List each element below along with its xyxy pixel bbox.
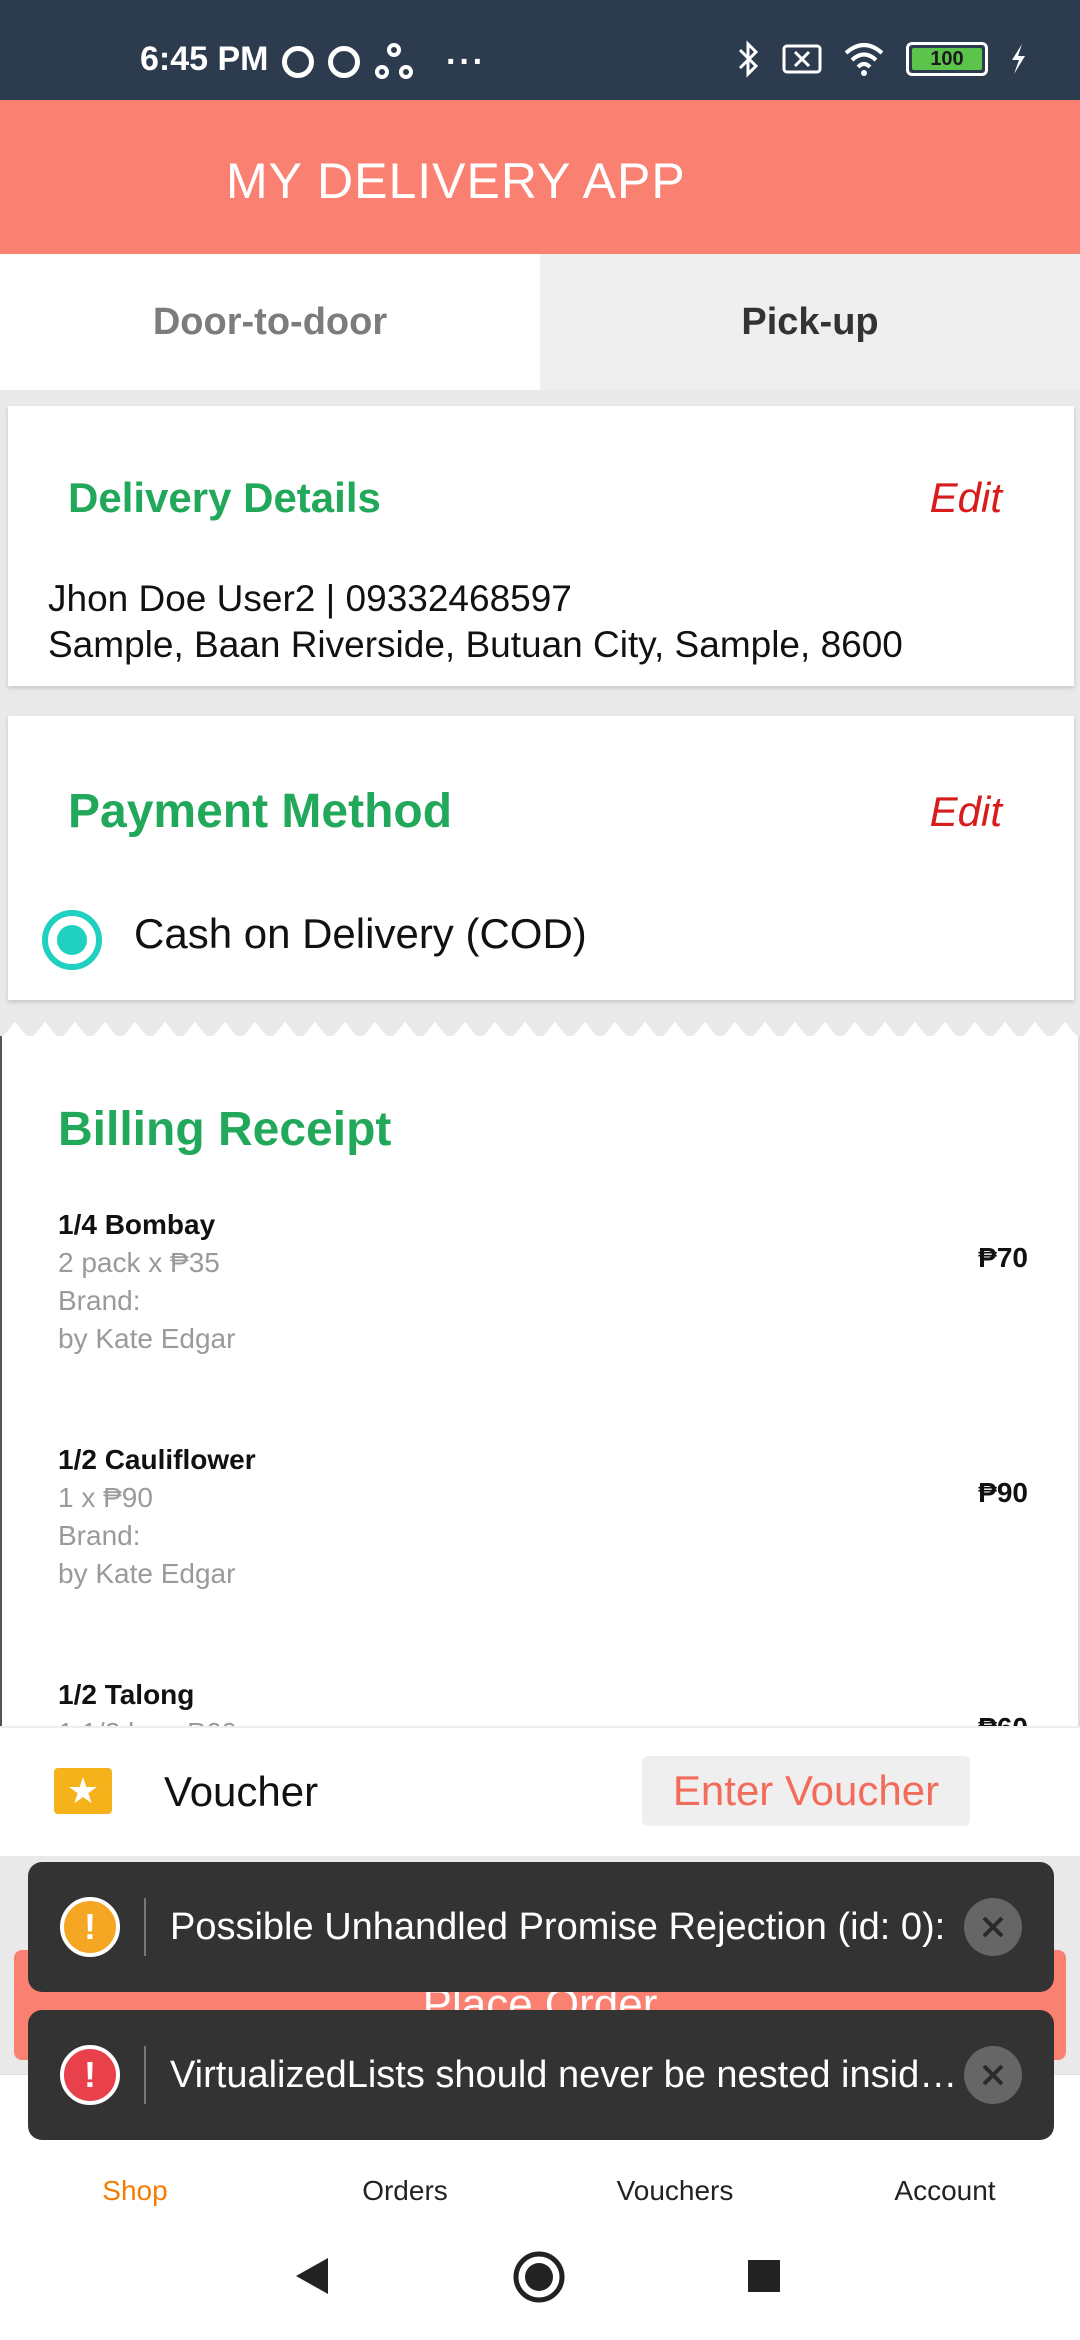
delivery-type-tabs: Door-to-door Pick-up (0, 254, 1080, 390)
notification-icons: ··· (282, 42, 486, 82)
item-brand: Brand: (58, 1520, 141, 1551)
at-sign-icon-2 (328, 46, 360, 78)
item-seller: by Kate Edgar (58, 1558, 236, 1589)
voucher-label: Voucher (164, 1768, 319, 1815)
nav-label: Account (894, 2175, 996, 2206)
item-quantity: 1 1/2 kg x ₱60 (58, 1714, 1028, 1726)
tab-door-to-door[interactable]: Door-to-door (0, 254, 540, 390)
item-name: 1/4 Bombay (58, 1209, 216, 1240)
battery-level: 100 (912, 48, 982, 70)
item-brand: Brand: (58, 1285, 141, 1316)
more-notifications-icon: ··· (446, 43, 486, 81)
close-icon[interactable] (964, 1898, 1022, 1956)
recipient-name-phone: Jhon Doe User2 | 09332468597 (48, 578, 572, 619)
item-price: ₱60 (978, 1712, 1028, 1726)
status-time: 6:45 PM (140, 40, 269, 78)
home-icon[interactable] (512, 2250, 566, 2304)
edit-payment-button[interactable]: Edit (930, 788, 1002, 836)
delivery-address: Sample, Baan Riverside, Butuan City, Sam… (48, 624, 903, 665)
bluetooth-icon (738, 40, 759, 78)
cod-radio-button[interactable] (42, 910, 102, 970)
voucher-row: ★ Voucher Enter Voucher (0, 1726, 1080, 1856)
tab-pick-up[interactable]: Pick-up (540, 254, 1080, 390)
delivery-details-heading: Delivery Details (68, 474, 381, 521)
billing-receipt: Billing Receipt 1/4 Bombay 2 pack x ₱35 … (0, 1036, 1080, 1726)
item-quantity: 1 x ₱90 (58, 1482, 153, 1513)
toast-message: VirtualizedLists should never be nested … (170, 2054, 960, 2096)
delivery-details-card: Delivery Details Edit Jhon Doe User2 | 0… (8, 406, 1074, 686)
voucher-ticket-icon: ★ (54, 1768, 112, 1814)
item-seller: by Kate Edgar (58, 1323, 236, 1354)
wifi-icon (844, 43, 884, 76)
back-icon[interactable] (294, 2256, 330, 2296)
payment-option-label: Cash on Delivery (COD) (134, 910, 587, 957)
payment-method-heading: Payment Method (68, 785, 453, 838)
enter-voucher-button[interactable]: Enter Voucher (642, 1756, 970, 1826)
item-name: 1/2 Talong (58, 1679, 195, 1710)
error-toast[interactable]: ! VirtualizedLists should never be neste… (28, 2010, 1054, 2140)
app-title: MY DELIVERY APP (226, 153, 686, 209)
item-name: 1/2 Cauliflower (58, 1444, 256, 1475)
status-bar: 6:45 PM ··· 100 (0, 0, 1080, 100)
close-icon[interactable] (964, 2046, 1022, 2104)
app-bar: MY DELIVERY APP (0, 100, 1080, 254)
item-quantity: 2 pack x ₱35 (58, 1247, 220, 1278)
edit-delivery-button[interactable]: Edit (930, 474, 1002, 522)
recents-icon[interactable] (746, 2258, 782, 2294)
battery-icon: 100 (906, 42, 988, 76)
billing-receipt-heading: Billing Receipt (58, 1103, 392, 1156)
nav-label: Vouchers (616, 2175, 734, 2206)
system-navigation-bar (0, 2210, 1080, 2340)
payment-method-card: Payment Method Edit Cash on Delivery (CO… (8, 716, 1074, 1000)
no-sim-icon (782, 44, 822, 74)
nav-label: Shop (102, 2175, 168, 2206)
item-price: ₱90 (978, 1477, 1028, 1508)
error-icon: ! (60, 2045, 120, 2105)
share-icon (375, 43, 413, 79)
radio-selected-dot (57, 925, 87, 955)
nav-label: Orders (362, 2175, 448, 2206)
toast-divider (144, 2046, 146, 2104)
toast-divider (144, 1898, 146, 1956)
system-icons: 100 (736, 40, 1028, 78)
charging-icon (1012, 44, 1025, 74)
item-price: ₱70 (978, 1242, 1028, 1273)
receipt-item: 1/2 Cauliflower 1 x ₱90 Brand: by Kate E… (58, 1441, 1028, 1593)
warning-icon: ! (60, 1897, 120, 1957)
receipt-item: 1/2 Talong 1 1/2 kg x ₱60 ₱60 (58, 1676, 1028, 1726)
warning-toast[interactable]: ! Possible Unhandled Promise Rejection (… (28, 1862, 1054, 1992)
at-sign-icon (282, 46, 314, 78)
receipt-item: 1/4 Bombay 2 pack x ₱35 Brand: by Kate E… (58, 1206, 1028, 1358)
toast-message: Possible Unhandled Promise Rejection (id… (170, 1906, 946, 1948)
